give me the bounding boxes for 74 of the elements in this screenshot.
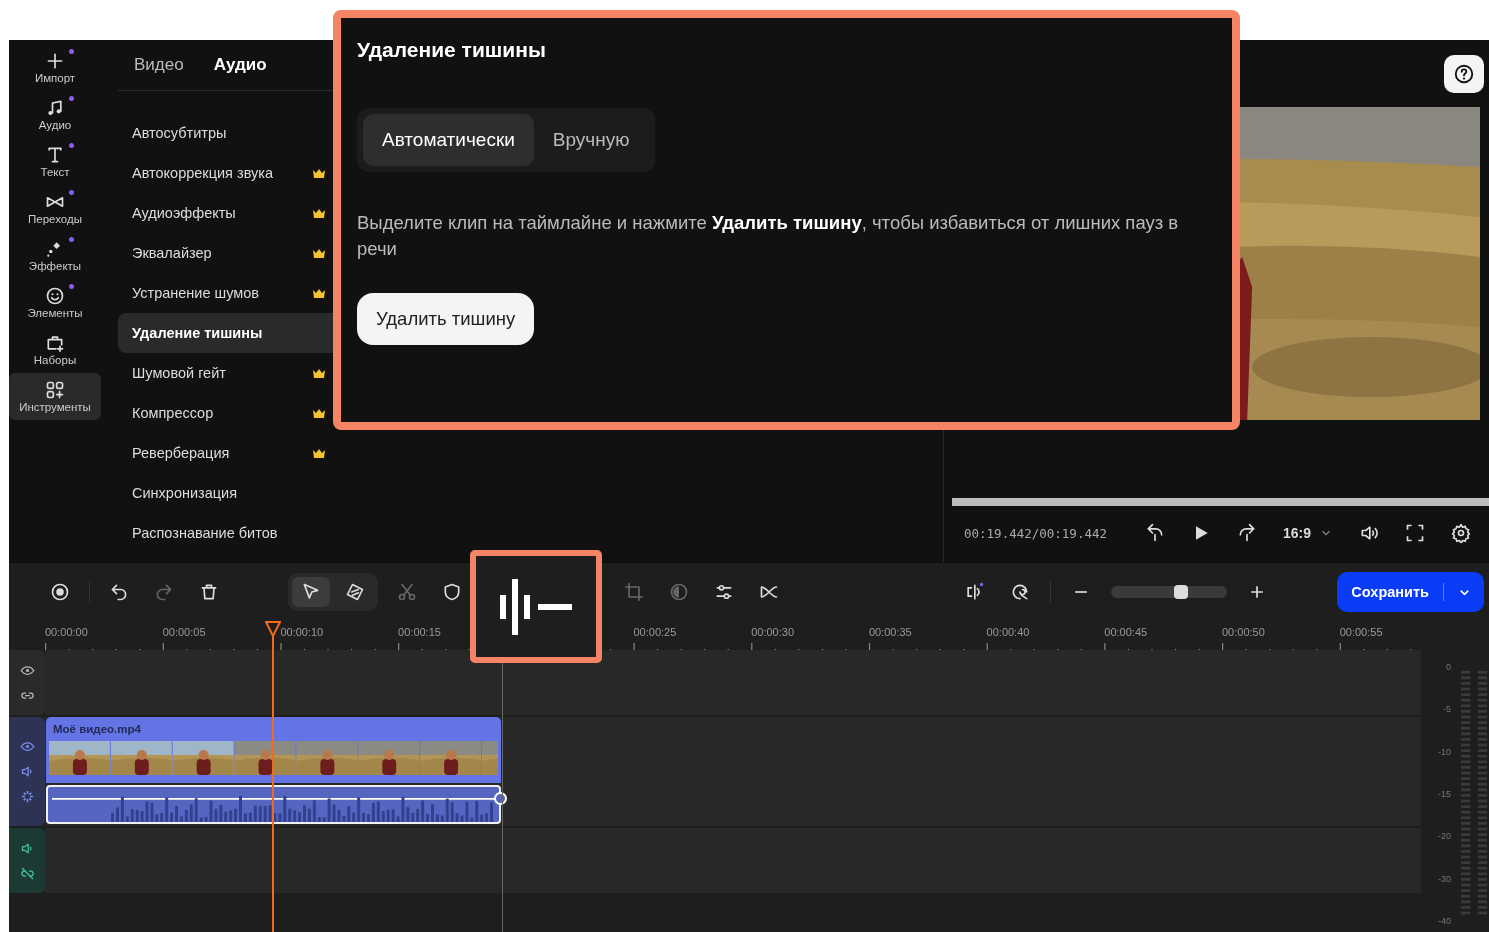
settings-icon[interactable] [1451, 523, 1472, 543]
help-button[interactable] [1444, 54, 1484, 93]
menu-item[interactable]: Эквалайзер [118, 233, 333, 273]
smiley-icon [45, 286, 65, 306]
help-icon [1453, 62, 1475, 85]
ruler-label: 00:00:45 [1104, 626, 1148, 638]
crown-icon [313, 408, 325, 418]
ruler-label: 00:00:00 [45, 626, 88, 638]
menu-item[interactable]: Удаление тишины [118, 313, 333, 353]
menu-item[interactable]: Шумовой гейт [118, 353, 333, 393]
meter-label: -15 [1438, 789, 1451, 799]
sparkle-icon[interactable] [19, 789, 35, 804]
sidebar-item[interactable]: Переходы [9, 185, 101, 232]
crown-icon [313, 208, 325, 218]
menu-item[interactable]: Распознавание битов [118, 513, 333, 553]
menu-item[interactable]: Аудиоэффекты [118, 193, 333, 233]
meter-label: 0 [1446, 662, 1451, 672]
meter-label: -20 [1438, 831, 1451, 842]
grid-icon [45, 380, 65, 400]
menu-item[interactable]: Реверберация [118, 433, 333, 473]
meter-label: -30 [1438, 873, 1451, 884]
crown-icon [313, 448, 325, 458]
sidebar-item[interactable]: Элементы [9, 279, 101, 326]
crown-icon [313, 248, 325, 258]
clip-title: Моё видео.mp4 [52, 723, 142, 735]
ruler-label: 00:00:55 [1339, 626, 1383, 638]
pointer-icon[interactable] [292, 577, 330, 607]
meter-label: -40 [1438, 915, 1451, 926]
meter-label: -10 [1438, 746, 1451, 757]
text-icon [45, 145, 65, 165]
forward-icon[interactable] [1237, 523, 1257, 543]
menu-item[interactable]: Компрессор [118, 393, 333, 433]
crown-icon [313, 168, 325, 178]
audio-clip[interactable] [46, 785, 501, 824]
ruler-label: 00:00:15 [398, 626, 441, 638]
menu-item[interactable]: Автокоррекция звука [118, 153, 333, 193]
playhead[interactable] [265, 621, 281, 932]
meter-label: -5 [1443, 704, 1451, 715]
sidebar-item[interactable]: Импорт [9, 44, 101, 91]
rewind-icon[interactable] [1145, 523, 1165, 543]
ruler-label: 00:00:35 [868, 626, 912, 638]
menu-item[interactable]: Устранение шумов [118, 273, 333, 313]
eye-icon[interactable] [19, 739, 35, 754]
unlink-icon[interactable] [19, 865, 35, 881]
remove-silence-button[interactable]: Удалить тишину [357, 293, 535, 345]
ruler-label: 00:00:30 [751, 626, 794, 638]
aspect-dropdown[interactable]: 16:9 [1283, 525, 1334, 541]
crown-icon [313, 368, 325, 378]
tab[interactable]: Видео [134, 55, 184, 75]
zoom-slider[interactable] [1111, 586, 1228, 598]
mode-tab[interactable]: Автоматически [363, 114, 534, 166]
crown-icon [313, 288, 325, 298]
fullscreen-icon[interactable] [1405, 523, 1426, 543]
ruler-label: 00:00:05 [162, 626, 206, 638]
menu-item[interactable]: Автосубтитры [118, 113, 333, 153]
panel-title: Удаление тишины [357, 38, 547, 62]
sidebar-item[interactable]: Наборы [9, 326, 101, 373]
menu-item[interactable]: Синхронизация [118, 473, 333, 513]
sidebar-item[interactable]: Инструменты [9, 373, 101, 420]
sidebar-item[interactable]: Текст [9, 138, 101, 185]
ruler-label: 00:00:50 [1222, 626, 1265, 638]
tab[interactable]: Аудио [213, 55, 267, 75]
sidebar-item[interactable]: Аудио [9, 91, 101, 138]
bag-icon [45, 333, 65, 353]
ruler-label: 00:00:10 [280, 626, 324, 638]
ruler-label: 00:00:25 [633, 626, 677, 638]
volume-icon[interactable] [1359, 523, 1380, 543]
sidebar-item[interactable]: Эффекты [9, 232, 101, 279]
mode-tab[interactable]: Вручную [533, 114, 649, 166]
ruler-label: 00:00:40 [986, 626, 1030, 638]
instruction-text: Выделите клип на таймлайне и нажмите Удалить тишину, чтобы избавиться от лишних пауз в речи [357, 211, 1180, 261]
timecode: 00:19.442/00:19.442 [964, 525, 1107, 541]
music-note-icon [45, 98, 65, 118]
plus-icon [45, 51, 65, 71]
